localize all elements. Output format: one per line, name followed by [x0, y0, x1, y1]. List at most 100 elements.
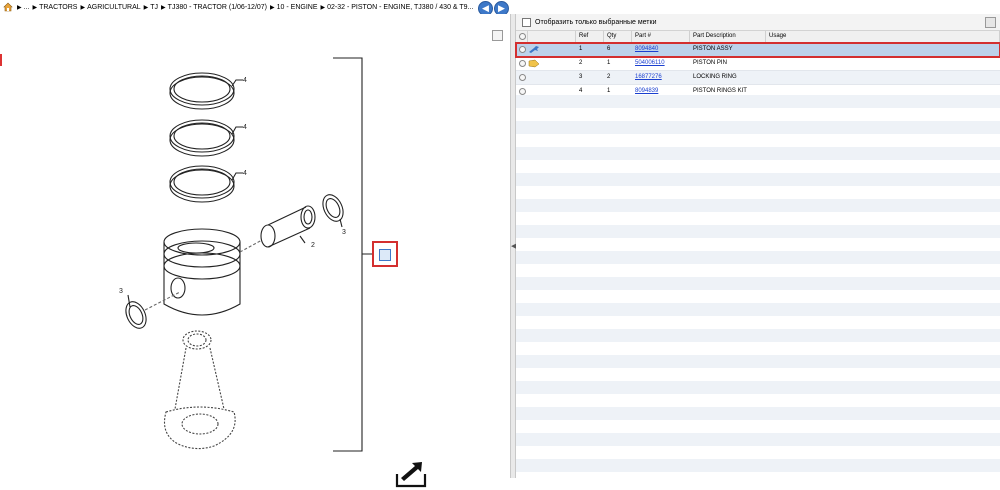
header-part-number[interactable]: Part # — [632, 31, 690, 42]
arrow-right-icon: ▶ — [17, 4, 22, 11]
empty-row — [516, 342, 1000, 356]
arrow-right-icon: ▶ — [498, 3, 505, 13]
empty-row — [516, 251, 1000, 265]
empty-row — [516, 225, 1000, 239]
header-description[interactable]: Part Description — [690, 31, 766, 42]
piston-ring[interactable] — [169, 119, 235, 157]
table-header: Ref Qty Part # Part Description Usage — [516, 31, 1000, 43]
header-usage[interactable]: Usage — [766, 31, 1000, 42]
row-usage — [766, 57, 1000, 70]
empty-row — [516, 446, 1000, 460]
tag-icon — [528, 59, 540, 68]
row-ref: 2 — [579, 60, 583, 66]
piston-ring[interactable] — [169, 72, 235, 110]
row-ref: 1 — [579, 46, 583, 52]
piston-pin[interactable] — [260, 205, 316, 248]
show-selected-checkbox[interactable] — [522, 17, 531, 27]
empty-row — [516, 173, 1000, 187]
home-icon[interactable] — [3, 2, 13, 12]
arrow-right-icon: ▶ — [32, 4, 38, 11]
piston[interactable] — [163, 228, 241, 316]
row-ref: 3 — [579, 74, 583, 80]
arrow-right-icon: ▶ — [80, 4, 86, 11]
arrow-left-icon: ◀ — [482, 3, 489, 13]
breadcrumb-item[interactable]: 02-32 - PISTON - ENGINE, TJ380 / 430 & T… — [327, 4, 473, 11]
empty-row — [516, 368, 1000, 382]
connecting-rod — [163, 330, 236, 450]
row-description: PISTON PIN — [693, 60, 727, 66]
row-select-icon[interactable] — [518, 60, 526, 67]
part-number-link[interactable]: 16877276 — [635, 74, 662, 80]
row-qty: 6 — [607, 46, 611, 52]
table-row[interactable]: 1 6 8094840 PISTON ASSY — [515, 42, 1000, 58]
breadcrumb-item[interactable]: 10 - ENGINE — [277, 4, 318, 11]
empty-row — [516, 238, 1000, 252]
arrow-right-icon: ▶ — [143, 4, 149, 11]
locking-ring[interactable] — [122, 299, 150, 332]
part-number-link[interactable]: 8094839 — [635, 88, 658, 94]
row-select-icon[interactable] — [518, 74, 526, 81]
assembly-bracket — [333, 57, 374, 452]
filter-label: Отобразить только выбранные метки — [535, 18, 657, 26]
row-select-icon[interactable] — [518, 88, 526, 95]
breadcrumb-item[interactable]: TRACTORS — [39, 4, 77, 11]
empty-row — [516, 355, 1000, 369]
select-all-icon — [519, 33, 526, 40]
header-select[interactable] — [516, 31, 528, 42]
callout-label: 4 — [243, 170, 247, 177]
callout-label: 2 — [311, 242, 315, 249]
empty-row — [516, 199, 1000, 213]
empty-row — [516, 433, 1000, 447]
row-usage — [766, 43, 1000, 56]
row-description: PISTON ASSY — [693, 46, 733, 52]
collapse-arrow-icon[interactable]: ◀ — [511, 242, 516, 254]
filter-bar: Отобразить только выбранные метки — [516, 14, 1000, 31]
arrow-right-icon: ▶ — [320, 4, 326, 11]
callout-label: 4 — [243, 124, 247, 131]
empty-row — [516, 277, 1000, 291]
empty-row — [516, 459, 1000, 473]
empty-row — [516, 160, 1000, 174]
header-qty[interactable]: Qty — [604, 31, 632, 42]
breadcrumb-item[interactable]: ... — [24, 4, 30, 11]
row-qty: 1 — [607, 60, 611, 66]
empty-row — [516, 381, 1000, 395]
wrench-icon — [529, 46, 539, 53]
callout-label: 4 — [243, 77, 247, 84]
empty-row — [516, 420, 1000, 434]
part-number-link[interactable]: 8094840 — [635, 46, 658, 52]
export-button[interactable] — [395, 458, 427, 488]
row-qty: 2 — [607, 74, 611, 80]
table-empty-area — [516, 95, 1000, 478]
empty-row — [516, 264, 1000, 278]
parts-list-panel: Отобразить только выбранные метки Ref Qt… — [515, 14, 1000, 478]
empty-row — [516, 147, 1000, 161]
empty-row — [516, 95, 1000, 109]
header-icons — [528, 31, 576, 42]
table-row[interactable]: 2 1 504006110 PISTON PIN — [516, 57, 1000, 71]
callout-label: 3 — [342, 229, 346, 236]
empty-row — [516, 134, 1000, 148]
part-number-link[interactable]: 504006110 — [635, 60, 665, 66]
export-icon — [395, 462, 427, 488]
assembly-hotspot[interactable] — [372, 241, 398, 267]
breadcrumb-item[interactable]: TJ380 - TRACTOR (1/06-12/07) — [168, 4, 267, 11]
parts-table-body: 1 6 8094840 PISTON ASSY 2 1 504006110 PI… — [515, 42, 1000, 99]
header-ref[interactable]: Ref — [576, 31, 604, 42]
empty-row — [516, 121, 1000, 135]
row-select-icon[interactable] — [518, 46, 526, 53]
empty-row — [516, 186, 1000, 200]
arrow-right-icon: ▶ — [270, 4, 275, 11]
empty-row — [516, 407, 1000, 421]
table-row[interactable]: 3 2 16877276 LOCKING RING — [516, 71, 1000, 85]
row-usage — [766, 71, 1000, 84]
piston-ring[interactable] — [169, 165, 235, 203]
alignment-line — [144, 239, 263, 311]
callout-label: 3 — [119, 288, 123, 295]
breadcrumb-item[interactable]: TJ — [150, 4, 158, 11]
empty-row — [516, 394, 1000, 408]
empty-row — [516, 316, 1000, 330]
locking-ring[interactable] — [319, 192, 347, 225]
export-list-button[interactable] — [985, 17, 996, 28]
breadcrumb-item[interactable]: AGRICULTURAL — [87, 4, 141, 11]
